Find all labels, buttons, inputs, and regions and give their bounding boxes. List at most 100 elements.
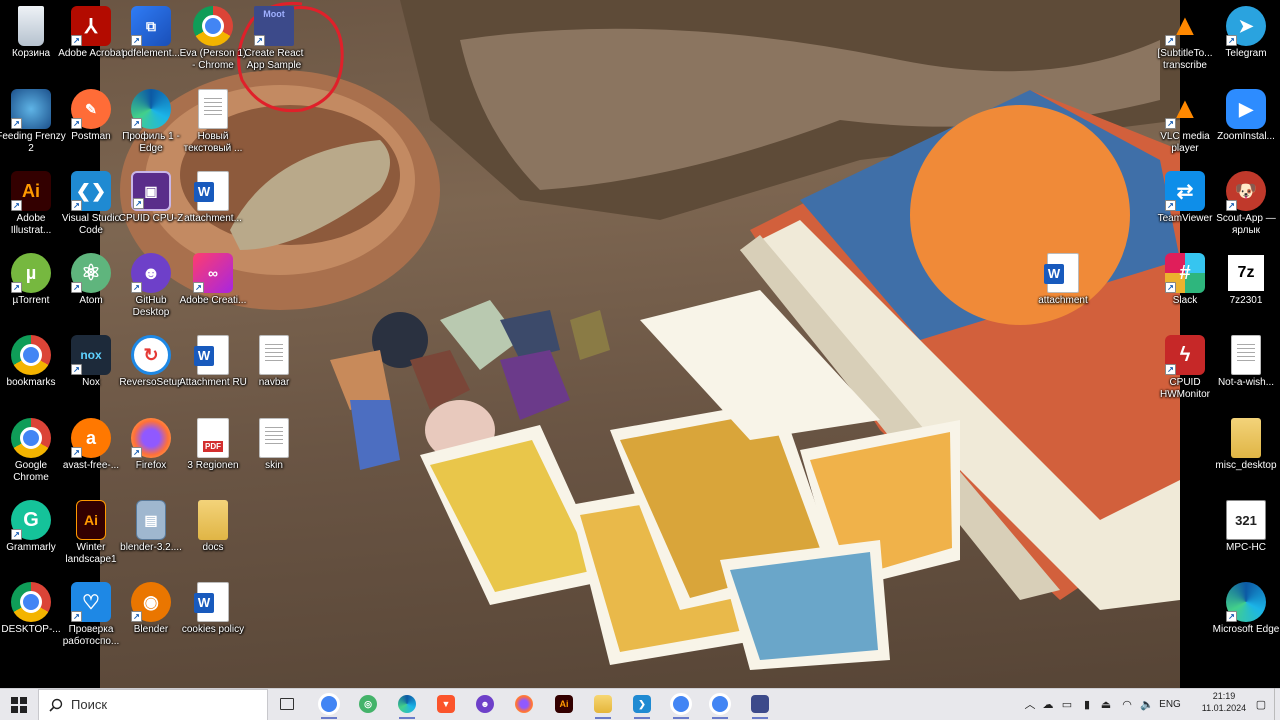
tray-clock[interactable]: 21:19 11.01.2024 (1198, 690, 1250, 714)
desktop-icon-nox[interactable]: nox ↗ Nox (60, 335, 122, 415)
desktop-icon-cookies-policy[interactable]: W cookies policy (182, 582, 244, 662)
taskbar-vscode[interactable]: ❯ (626, 688, 658, 720)
desktop-icon-create-react-app[interactable]: Moot ↗ Create React App Sample (243, 6, 305, 86)
search-input[interactable] (71, 697, 251, 712)
desktop-icon-navbar[interactable]: navbar (243, 335, 305, 415)
icon-label: pdfelement... (122, 48, 180, 59)
desktop-icon-misc-desktop[interactable]: misc_desktop (1215, 418, 1277, 498)
icon-label: navbar (258, 377, 290, 388)
desktop-icon-google-chrome[interactable]: Google Chrome (0, 418, 62, 498)
icon-label: MPC-HC (1226, 542, 1266, 553)
desktop-icon-desktop-chrome[interactable]: DESKTOP-... (0, 582, 62, 662)
desktop-icon-scout-app[interactable]: 🐶 ↗ Scout-App — ярлык (1215, 171, 1277, 251)
desktop-icon-winter-landscape[interactable]: Ai Winter landscape1 (60, 500, 122, 580)
desktop-icon-3-regionen[interactable]: PDF 3 Regionen (182, 418, 244, 498)
chrome-icon (11, 582, 51, 622)
illustrator-icon: Ai ↗ (11, 171, 51, 211)
recycle-bin-icon (18, 6, 44, 46)
icon-label: Blender (133, 624, 169, 635)
desktop-icon-postman[interactable]: ✎ ↗ Postman (60, 89, 122, 169)
tray-language[interactable]: ENG (1158, 688, 1182, 720)
wifi-icon: ◠ (1122, 698, 1132, 711)
desktop-icon-grammarly[interactable]: G ↗ Grammarly (0, 500, 62, 580)
taskbar-github[interactable]: ☻ (469, 688, 501, 720)
desktop-icon-new-text[interactable]: Новый текстовый ... (182, 89, 244, 169)
taskbar-illustrator[interactable]: Ai (548, 688, 580, 720)
taskbar-brave[interactable]: ▼ (430, 688, 462, 720)
icon-label: Новый текстовый ... (183, 131, 243, 154)
desktop-icon-acrobat[interactable]: ⅄ ↗ Adobe Acrobat (58, 6, 124, 86)
desktop-icon-microsoft-edge[interactable]: ↗ Microsoft Edge (1213, 582, 1279, 662)
desktop-icon-vscode[interactable]: ❮❯ ↗ Visual Studio Code (60, 171, 122, 251)
zoom-icon: ▶ (1226, 89, 1266, 129)
desktop-icon-attachment-mid[interactable]: W attachment (1032, 253, 1094, 333)
text-file-icon (259, 418, 289, 458)
usb-icon: ⏏ (1100, 698, 1112, 711)
desktop-icon-bookmarks[interactable]: bookmarks (0, 335, 62, 415)
taskbar-edge[interactable] (391, 688, 423, 720)
taskbar-firefox[interactable] (508, 688, 540, 720)
desktop-icon-eva-chrome[interactable]: Eva (Person 1) - Chrome (180, 6, 246, 86)
desktop-icon-recycle-bin[interactable]: Корзина (0, 6, 62, 86)
desktop-icon-creative-cloud[interactable]: ∞ ↗ Adobe Creati... (180, 253, 246, 333)
desktop-icon-pdfelement[interactable]: ⧉ ↗ pdfelement... (120, 6, 182, 86)
desktop-icon-cpuz[interactable]: ▣ ↗ CPUID CPU-Z (119, 171, 183, 251)
desktop-icon-avast[interactable]: a ↗ avast-free-... (60, 418, 122, 498)
desktop-icon-zoom[interactable]: ▶ ZoomInstal... (1215, 89, 1277, 169)
desktop-icon-mpc-hc[interactable]: 321 MPC-HC (1215, 500, 1277, 580)
desktop-icon-utorrent[interactable]: µ ↗ µTorrent (0, 253, 62, 333)
desktop-icon-github-desktop[interactable]: ☻ ↗ GitHub Desktop (120, 253, 182, 333)
desktop-icon-firefox[interactable]: ↗ Firefox (120, 418, 182, 498)
icon-label: TeamViewer (1157, 213, 1213, 224)
taskbar-file-explorer[interactable] (587, 688, 619, 720)
taskbar-search-box[interactable] (38, 688, 268, 720)
tray-icon-usb[interactable]: ⏏ (1098, 688, 1114, 720)
desktop-icon-edge-profile[interactable]: ↗ Профиль 1 - Edge (120, 89, 182, 169)
github-icon: ☻ ↗ (131, 253, 171, 293)
tray-icon-battery[interactable]: ▮ (1078, 688, 1096, 720)
desktop-icon-atom[interactable]: ⚛ ↗ Atom (60, 253, 122, 333)
moot-app-icon (751, 695, 769, 713)
notification-center-button[interactable]: ▢ (1252, 688, 1270, 720)
task-view-button[interactable] (271, 688, 303, 720)
postman-icon: ✎ ↗ (71, 89, 111, 129)
desktop-icon-7zip[interactable]: 7z 7z2301 (1215, 253, 1277, 333)
desktop-icon-proverka[interactable]: ♡ ↗ Проверка работоспо... (60, 582, 122, 662)
desktop-icon-illustrator[interactable]: Ai ↗ Adobe Illustrat... (0, 171, 62, 251)
desktop-icon-subtitle-transcribe[interactable]: ▲ ↗ [SubtitleTo... transcribe (1154, 6, 1216, 86)
tray-icon-cloud[interactable]: ☁ (1040, 688, 1056, 720)
desktop-icon-teamviewer[interactable]: ⇄ ↗ TeamViewer (1154, 171, 1216, 251)
icon-label: Create React App Sample (244, 48, 304, 71)
desktop-icon-blender-installer[interactable]: ▤ blender-3.2.... (120, 500, 182, 580)
desktop-icon-blender[interactable]: ◉ ↗ Blender (120, 582, 182, 662)
desktop-icon-telegram[interactable]: ➤ ↗ Telegram (1215, 6, 1277, 86)
desktop-icon-slack[interactable]: # ↗ Slack (1154, 253, 1216, 333)
tray-icon-volume[interactable]: 🔈 (1138, 688, 1156, 720)
desktop-icon-skin[interactable]: skin (243, 418, 305, 498)
pdf-icon: PDF (197, 418, 229, 458)
start-button[interactable] (0, 689, 38, 720)
desktop-icon-reverso[interactable]: ↻ ReversoSetup (119, 335, 183, 415)
tray-icon-wifi[interactable]: ◠ (1118, 688, 1136, 720)
tray-overflow-chevron[interactable]: ︿ (1022, 688, 1038, 720)
desktop-icon-attachment-top[interactable]: W attachment... (182, 171, 244, 251)
icon-label: attachment (1038, 295, 1088, 306)
taskbar-chrome-green[interactable]: ◎ (352, 688, 384, 720)
desktop-icon-vlc[interactable]: ▲ ↗ VLC media player (1154, 89, 1216, 169)
desktop-icon-hwmonitor[interactable]: ϟ ↗ CPUID HWMonitor (1154, 335, 1216, 415)
7zip-icon: 7z (1226, 253, 1266, 293)
desktop-icon-not-a-wish[interactable]: Not-a-wish... (1215, 335, 1277, 415)
taskbar-chrome[interactable] (313, 688, 345, 720)
taskbar-chrome-2[interactable] (665, 688, 697, 720)
taskbar-chrome-3[interactable] (704, 688, 736, 720)
desktop-icon-feeding-frenzy[interactable]: ↗ Feeding Frenzy 2 (0, 89, 66, 169)
avast-icon: a ↗ (71, 418, 111, 458)
cpuz-icon: ▣ ↗ (131, 171, 171, 211)
tray-icon-display[interactable]: ▭ (1058, 688, 1076, 720)
desktop-icon-docs[interactable]: docs (182, 500, 244, 580)
show-desktop-button[interactable] (1274, 688, 1280, 720)
taskbar-moot-app[interactable] (744, 688, 776, 720)
desktop-icon-attachment-ru[interactable]: W Attachment RU (179, 335, 247, 415)
icon-label: attachment... (184, 213, 242, 224)
icon-label: GitHub Desktop (132, 295, 170, 318)
